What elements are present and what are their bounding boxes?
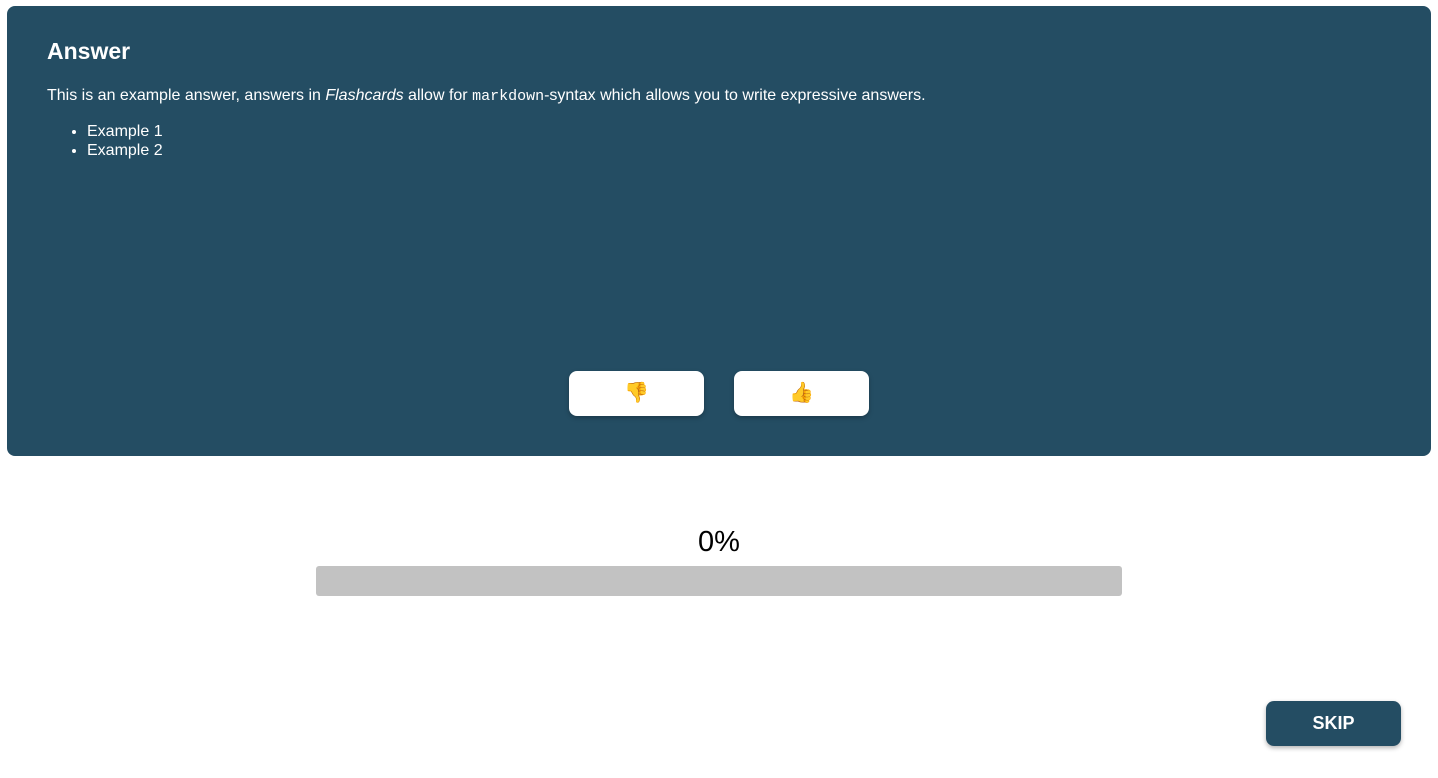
progress-section: 0% xyxy=(316,522,1122,596)
thumbs-up-icon: 👍 xyxy=(789,382,814,404)
answer-text-after: -syntax which allows you to write expres… xyxy=(544,87,926,104)
list-item: Example 1 xyxy=(87,122,1391,141)
answer-code: markdown xyxy=(472,88,545,105)
answer-text-before: This is an example answer, answers in xyxy=(47,87,326,104)
progress-bar xyxy=(316,566,1122,596)
list-item: Example 2 xyxy=(87,141,1391,160)
answer-list: Example 1 Example 2 xyxy=(47,122,1391,160)
vote-row: 👎 👍 xyxy=(7,371,1431,416)
answer-text-middle: allow for xyxy=(403,87,473,104)
thumbs-down-button[interactable]: 👎 xyxy=(569,371,704,416)
progress-label: 0% xyxy=(698,526,740,558)
thumbs-up-button[interactable]: 👍 xyxy=(734,371,869,416)
answer-body: This is an example answer, answers in Fl… xyxy=(47,86,1391,160)
thumbs-down-icon: 👎 xyxy=(624,382,649,404)
answer-paragraph: This is an example answer, answers in Fl… xyxy=(47,86,1391,106)
answer-card: Answer This is an example answer, answer… xyxy=(7,6,1431,456)
answer-title: Answer xyxy=(47,38,131,64)
skip-button[interactable]: SKIP xyxy=(1266,701,1401,746)
answer-emphasis: Flashcards xyxy=(325,87,404,104)
